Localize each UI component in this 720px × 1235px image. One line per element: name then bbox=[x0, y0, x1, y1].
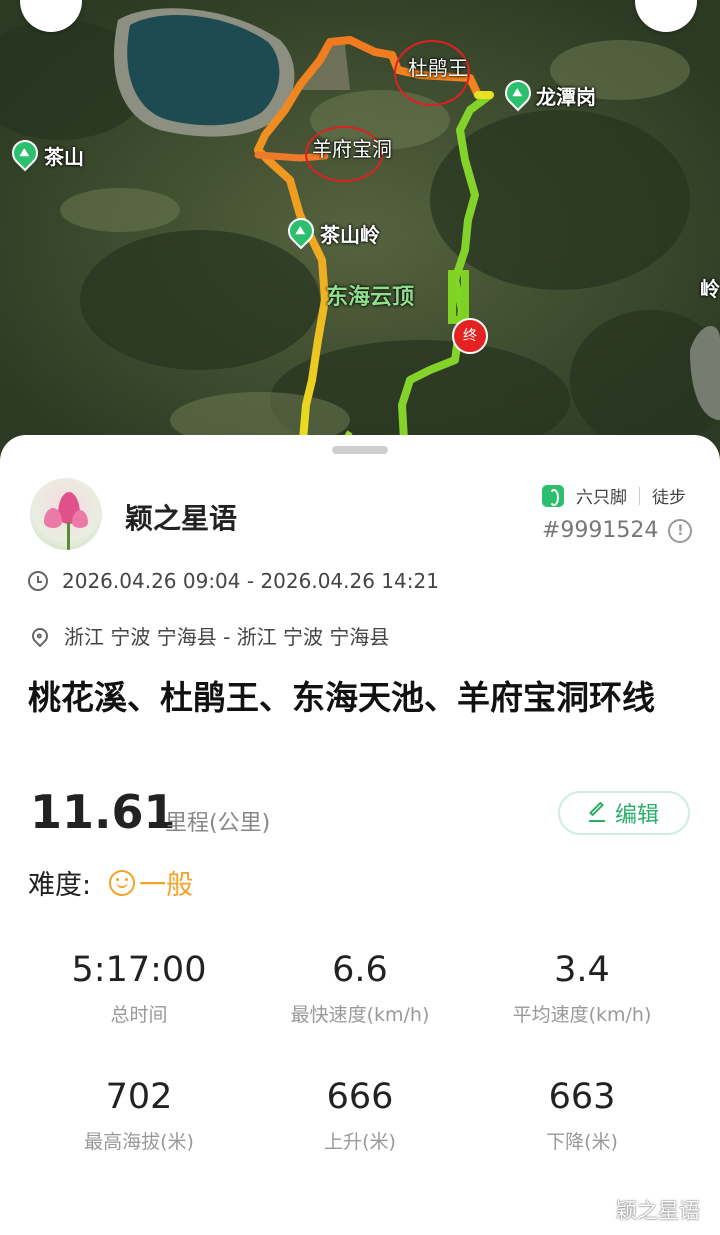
stat-descent: 663 下降(米) bbox=[462, 1077, 702, 1154]
avatar[interactable] bbox=[30, 478, 102, 550]
trip-id: #9991524 bbox=[542, 518, 659, 543]
brand-row: 六只脚 徒步 bbox=[542, 483, 686, 508]
time-row: 2026.04.26 09:04 - 2026.04.26 14:21 bbox=[28, 569, 439, 593]
info-icon[interactable]: ! bbox=[668, 518, 693, 543]
stat-max-speed: 6.6 最快速度(km/h) bbox=[240, 950, 480, 1027]
map-label-donghaiyunding: 东海云顶 bbox=[326, 285, 415, 310]
stat-total-time: 5:17:00 总时间 bbox=[19, 950, 259, 1027]
stat-label: 总时间 bbox=[110, 1004, 168, 1026]
watermark: 颖之星语 bbox=[616, 1199, 700, 1223]
location-pin-icon bbox=[28, 624, 52, 647]
map-label-chashan: 茶山 bbox=[44, 145, 84, 169]
map-label-yangfubaodong: 羊府宝洞 bbox=[312, 137, 392, 161]
app-name: 六只脚 bbox=[576, 488, 627, 508]
stat-label: 最快速度(km/h) bbox=[290, 1004, 430, 1026]
user-name[interactable]: 颖之星语 bbox=[125, 497, 237, 537]
trip-detail-sheet: 颖之星语 六只脚 徒步 #9991524 ! 2026.04.26 09:04 … bbox=[0, 435, 720, 1235]
stat-value: 666 bbox=[326, 1077, 394, 1117]
stat-value: 5:17:00 bbox=[71, 950, 207, 990]
stat-ascent: 666 上升(米) bbox=[240, 1077, 480, 1154]
activity-type: 徒步 bbox=[652, 488, 686, 508]
map-label-chashanling: 茶山岭 bbox=[320, 223, 380, 247]
drag-handle[interactable] bbox=[332, 446, 388, 454]
smile-icon bbox=[109, 869, 136, 896]
edit-label: 编辑 bbox=[614, 803, 659, 828]
difficulty-row: 难度: 一般 bbox=[28, 863, 193, 902]
pencil-icon bbox=[588, 804, 605, 822]
map-label-ling: 岭 bbox=[700, 277, 720, 301]
distance-unit: 里程(公里) bbox=[165, 811, 271, 836]
end-marker-icon[interactable]: 终 bbox=[452, 318, 488, 354]
stat-value: 663 bbox=[548, 1077, 616, 1117]
time-range: 2026.04.26 09:04 - 2026.04.26 14:21 bbox=[62, 569, 439, 593]
divider bbox=[639, 486, 640, 505]
difficulty-label: 难度: bbox=[28, 870, 92, 901]
stat-label: 最高海拔(米) bbox=[84, 1131, 194, 1153]
stat-avg-speed: 3.4 平均速度(km/h) bbox=[462, 950, 702, 1027]
map-label-longtangang: 龙潭岗 bbox=[536, 85, 596, 109]
distance-value: 11.61 bbox=[30, 785, 176, 839]
stat-label: 上升(米) bbox=[324, 1131, 396, 1153]
location-text: 浙江 宁波 宁海县 - 浙江 宁波 宁海县 bbox=[64, 625, 390, 649]
trip-id-row: #9991524 ! bbox=[542, 518, 693, 543]
stat-max-altitude: 702 最高海拔(米) bbox=[19, 1077, 259, 1154]
stat-label: 平均速度(km/h) bbox=[512, 1004, 652, 1026]
stat-label: 下降(米) bbox=[546, 1131, 618, 1153]
trip-title: 桃花溪、杜鹃王、东海天池、羊府宝洞环线 bbox=[28, 678, 655, 717]
stat-value: 702 bbox=[105, 1077, 173, 1117]
map-label-dujuanwang: 杜鹃王 bbox=[408, 56, 468, 80]
map-view[interactable]: 杜鹃王 龙潭岗 茶山 羊府宝洞 茶山岭 东海云顶 岭 终 bbox=[0, 0, 720, 470]
location-row: 浙江 宁波 宁海县 - 浙江 宁波 宁海县 bbox=[28, 621, 389, 650]
difficulty-value: 一般 bbox=[139, 870, 194, 901]
footprint-icon bbox=[542, 484, 564, 507]
edit-button[interactable]: 编辑 bbox=[558, 791, 690, 835]
stat-value: 3.4 bbox=[554, 950, 610, 990]
stat-value: 6.6 bbox=[332, 950, 388, 990]
clock-icon bbox=[28, 571, 48, 591]
